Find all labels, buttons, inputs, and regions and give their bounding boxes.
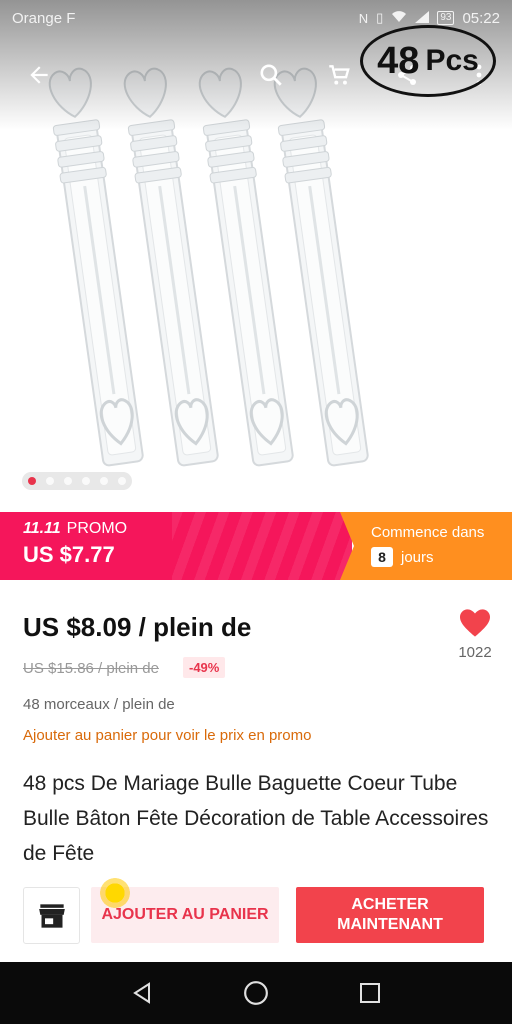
countdown-days: 8 bbox=[371, 547, 393, 567]
quantity-badge: 48 Pcs bbox=[360, 25, 496, 97]
carrier-name: Orange F bbox=[12, 9, 76, 27]
recents-square-icon[interactable] bbox=[355, 978, 385, 1008]
gallery-dot[interactable] bbox=[64, 477, 72, 485]
heart-icon[interactable] bbox=[458, 608, 492, 638]
buy-now-line2: MAINTENANT bbox=[337, 916, 443, 933]
search-icon[interactable] bbox=[254, 58, 288, 92]
buy-now-button[interactable]: ACHETER MAINTENANT bbox=[296, 887, 484, 943]
touch-indicator bbox=[100, 878, 130, 908]
buy-now-line1: ACHETER bbox=[351, 896, 429, 913]
badge-unit: Pcs bbox=[425, 44, 479, 77]
promo-banner[interactable]: 11.11 PROMO US $7.77 Commence dans 8 jour… bbox=[0, 512, 512, 580]
product-image-gallery[interactable]: Orange F N ▯ 93 05:22 48 Pcs bbox=[0, 0, 512, 512]
discount-badge: -49% bbox=[183, 657, 226, 678]
cart-icon[interactable] bbox=[322, 58, 356, 92]
gallery-dot[interactable] bbox=[118, 477, 126, 485]
promo-event: 11.11 bbox=[23, 520, 61, 537]
battery-icon: 93 bbox=[437, 11, 455, 25]
gallery-indicator[interactable] bbox=[22, 472, 132, 490]
wifi-icon bbox=[391, 10, 407, 26]
nfc-icon: N bbox=[358, 10, 369, 26]
battery-level: 93 bbox=[440, 12, 452, 23]
promo-countdown: Commence dans 8 jours bbox=[340, 512, 512, 580]
gallery-dot[interactable] bbox=[82, 477, 90, 485]
system-nav-bar bbox=[0, 962, 512, 1024]
promo-price-panel: 11.11 PROMO US $7.77 bbox=[0, 512, 352, 580]
badge-count: 48 bbox=[377, 39, 420, 82]
back-arrow-icon[interactable] bbox=[22, 58, 56, 92]
store-button[interactable] bbox=[23, 887, 80, 944]
countdown-label: Commence dans bbox=[371, 524, 485, 541]
signal-icon bbox=[415, 10, 430, 26]
clock: 05:22 bbox=[462, 9, 500, 27]
back-triangle-icon[interactable] bbox=[127, 978, 157, 1008]
product-title: 48 pcs De Mariage Bulle Baguette Coeur T… bbox=[23, 772, 489, 865]
home-circle-icon[interactable] bbox=[241, 978, 271, 1008]
gallery-dot[interactable] bbox=[28, 477, 36, 485]
wishlist-button[interactable]: 1022 bbox=[454, 608, 496, 661]
original-price: US $15.86 / plein de bbox=[23, 660, 159, 677]
store-icon bbox=[38, 903, 65, 928]
promo-hint: Ajouter au panier pour voir le prix en p… bbox=[23, 727, 312, 744]
promo-label: PROMO bbox=[66, 520, 128, 537]
gallery-dot[interactable] bbox=[46, 477, 54, 485]
current-price: US $8.09 / plein de bbox=[23, 612, 252, 642]
gallery-dot[interactable] bbox=[100, 477, 108, 485]
wishlist-count: 1022 bbox=[458, 644, 492, 661]
promo-title: 11.11 PROMO bbox=[23, 520, 352, 538]
pieces-per-lot: 48 morceaux / plein de bbox=[23, 696, 175, 713]
countdown-days-label: jours bbox=[401, 548, 434, 566]
vibrate-icon: ▯ bbox=[376, 10, 384, 25]
promo-price: US $7.77 bbox=[23, 542, 115, 567]
